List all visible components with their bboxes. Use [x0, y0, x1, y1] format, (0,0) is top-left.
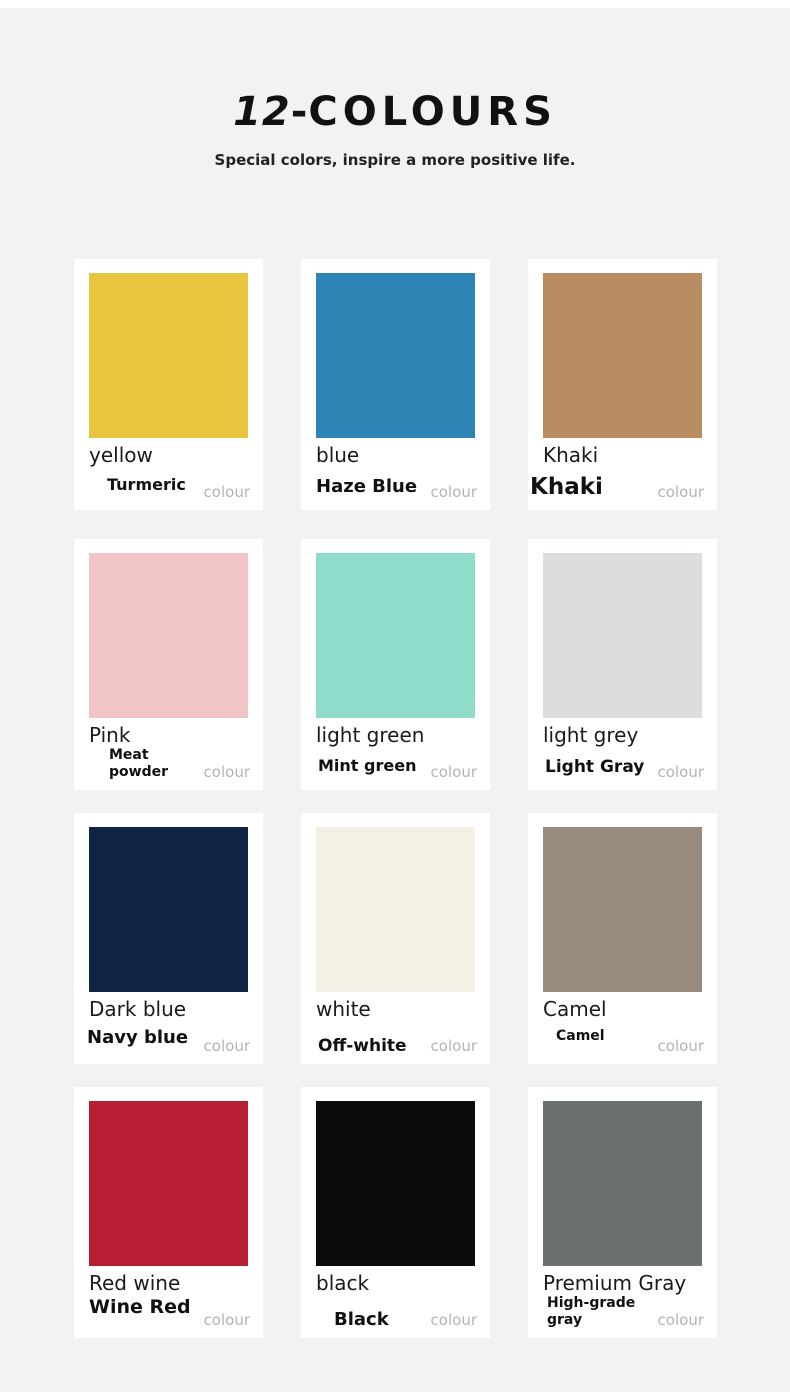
swatch-card-light-grey[interactable]: light grey Light Gray colour: [528, 539, 717, 790]
swatch-card-black[interactable]: black Black colour: [301, 1087, 490, 1338]
swatch-image: [89, 553, 248, 718]
swatch-name: light grey: [543, 723, 639, 747]
swatch-name: Dark blue: [89, 997, 187, 1021]
swatch-card-yellow[interactable]: yellow Turmeric colour: [74, 259, 263, 510]
swatch-image: [543, 1101, 702, 1266]
swatch-alt-name: Black: [334, 1309, 389, 1330]
swatch-name: Khaki: [543, 443, 599, 467]
colour-label: colour: [430, 1311, 477, 1329]
colour-label: colour: [203, 1311, 250, 1329]
swatch-image: [316, 1101, 475, 1266]
swatch-name: blue: [316, 443, 360, 467]
swatch-alt-name: Navy blue: [87, 1027, 189, 1048]
colour-label: colour: [203, 483, 250, 501]
colour-label: colour: [203, 763, 250, 781]
title-word: COLOURS: [308, 89, 557, 135]
swatch-alt-name: Light Gray: [545, 757, 645, 777]
swatch-card-premium-gray[interactable]: Premium Gray High-grade gray colour: [528, 1087, 717, 1338]
swatch-image: [316, 553, 475, 718]
swatch-image: [316, 273, 475, 438]
page-subtitle: Special colors, inspire a more positive …: [214, 151, 576, 169]
swatch-image: [89, 1101, 248, 1266]
swatch-name: Camel: [543, 997, 607, 1021]
title-dash: -: [290, 89, 309, 135]
swatch-alt-name: Off-white: [318, 1036, 407, 1056]
swatch-card-pink[interactable]: Pink Meat powder colour: [74, 539, 263, 790]
swatch-image: [316, 827, 475, 992]
swatch-card-dark-blue[interactable]: Dark blue Navy blue colour: [74, 813, 263, 1064]
colour-label: colour: [657, 1311, 704, 1329]
swatch-card-red-wine[interactable]: Red wine Wine Red colour: [74, 1087, 263, 1338]
title-number: 12: [233, 89, 291, 135]
colour-label: colour: [203, 1037, 250, 1055]
swatch-image: [89, 827, 248, 992]
colour-label: colour: [657, 763, 704, 781]
colour-label: colour: [657, 483, 704, 501]
swatch-name: yellow: [89, 443, 153, 467]
swatch-image: [89, 273, 248, 438]
swatch-name: Pink: [89, 723, 131, 747]
colour-label: colour: [430, 1037, 477, 1055]
swatch-card-camel[interactable]: Camel Camel colour: [528, 813, 717, 1064]
colour-label: colour: [430, 483, 477, 501]
swatch-alt-name: High-grade gray: [547, 1295, 636, 1328]
swatch-alt-name: Mint green: [318, 756, 417, 775]
swatch-alt-name: Haze Blue: [316, 476, 418, 497]
swatch-name: white: [316, 997, 371, 1021]
swatch-card-white[interactable]: white Off-white colour: [301, 813, 490, 1064]
swatch-card-khaki[interactable]: Khaki Khaki colour: [528, 259, 717, 510]
swatch-image: [543, 553, 702, 718]
swatch-alt-name: Meat powder: [109, 747, 168, 780]
swatch-image: [543, 273, 702, 438]
colour-label: colour: [430, 763, 477, 781]
swatch-alt-name: Turmeric: [107, 475, 186, 494]
swatch-name: Red wine: [89, 1271, 181, 1295]
swatch-card-light-green[interactable]: light green Mint green colour: [301, 539, 490, 790]
swatch-alt-name: Camel: [556, 1028, 605, 1044]
swatch-name: light green: [316, 723, 425, 747]
swatch-card-blue[interactable]: blue Haze Blue colour: [301, 259, 490, 510]
swatch-name: Premium Gray: [543, 1271, 687, 1295]
swatch-image: [543, 827, 702, 992]
colour-label: colour: [657, 1037, 704, 1055]
swatch-name: black: [316, 1271, 370, 1295]
swatch-alt-name: Khaki: [530, 474, 603, 500]
swatch-alt-name: Wine Red: [89, 1296, 191, 1318]
page-title: 12-COLOURS: [0, 88, 790, 136]
